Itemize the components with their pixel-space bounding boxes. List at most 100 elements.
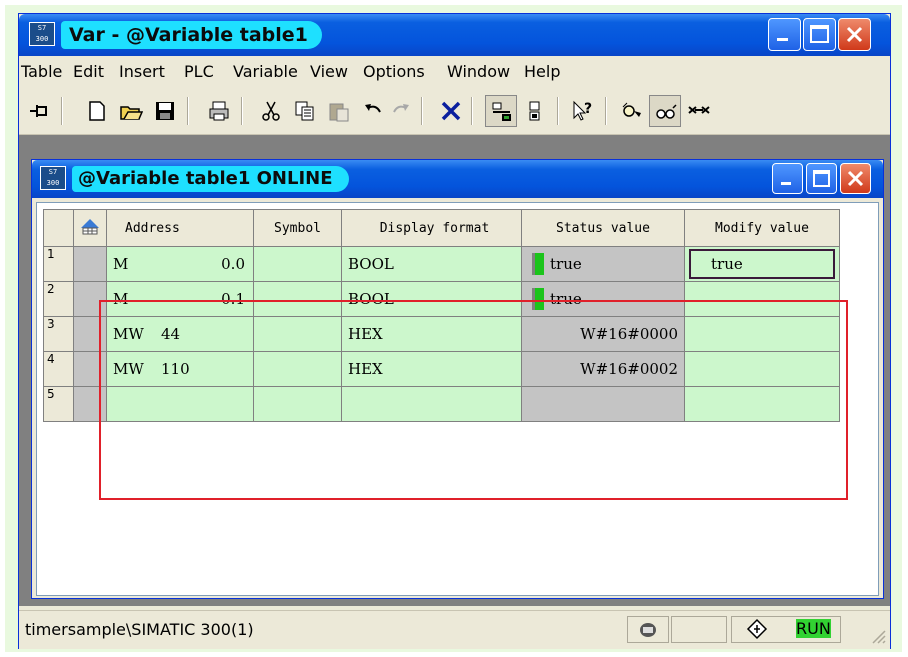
symbol-cell[interactable] (253, 316, 342, 352)
new-button[interactable] (81, 95, 113, 127)
menu-options[interactable]: Options (363, 62, 425, 81)
child-maximize-button[interactable] (806, 163, 837, 194)
paste-button[interactable] (323, 95, 355, 127)
format-cell[interactable]: BOOL (341, 281, 522, 317)
glasses-monitor-button[interactable] (617, 95, 649, 127)
glasses-modify-button[interactable] (649, 95, 681, 127)
table-row[interactable]: 3 MW 44 HEX W#16#0000 (43, 316, 840, 352)
row-number[interactable]: 2 (43, 281, 74, 317)
modify-cell[interactable] (684, 386, 840, 422)
symbol-cell[interactable] (253, 386, 342, 422)
glasses-monitor-icon (622, 102, 641, 117)
symbol-cell[interactable] (253, 246, 342, 282)
format-cell[interactable]: BOOL (341, 246, 522, 282)
close-button[interactable] (838, 18, 871, 51)
child-close-button[interactable] (840, 163, 871, 194)
col-symbol[interactable]: Symbol (253, 209, 342, 247)
address-cell[interactable]: M 0.1 (106, 281, 254, 317)
address-cell[interactable] (106, 386, 254, 422)
format-cell[interactable]: HEX (341, 351, 522, 387)
modify-variable-button[interactable] (519, 95, 551, 127)
force-button[interactable] (683, 95, 715, 127)
force-icon (688, 106, 710, 114)
menu-table[interactable]: Table (21, 62, 62, 81)
menu-plc[interactable]: PLC (184, 62, 214, 81)
cut-button[interactable] (255, 95, 287, 127)
menu-edit[interactable]: Edit (73, 62, 104, 81)
status-indicator (532, 253, 544, 275)
menu-view[interactable]: View (310, 62, 348, 81)
row-number[interactable]: 3 (43, 316, 74, 352)
help-pointer-button[interactable]: ? (567, 95, 599, 127)
menu-variable[interactable]: Variable (233, 62, 298, 81)
modify-cell[interactable]: true (684, 246, 840, 282)
status-value: W#16#0002 (521, 351, 685, 387)
status-value: W#16#0000 (521, 316, 685, 352)
address-cell[interactable]: MW 44 (106, 316, 254, 352)
resize-grip-icon[interactable] (869, 627, 887, 645)
row-marker[interactable] (73, 316, 107, 352)
status-value: true (550, 255, 582, 273)
table-row[interactable]: 4 MW 110 HEX W#16#0002 (43, 351, 840, 387)
close-icon (846, 26, 863, 43)
app-icon[interactable]: S7 300 (29, 22, 55, 46)
table-row[interactable]: 1 M 0.0 BOOL true true (43, 246, 840, 282)
table-row[interactable]: 2 M 0.1 BOOL true (43, 281, 840, 317)
menu-window[interactable]: Window (447, 62, 510, 81)
redo-button[interactable] (385, 95, 417, 127)
child-title-bar[interactable]: S7 300 @Variable table1 ONLINE (32, 160, 883, 198)
table-row[interactable]: 5 (43, 386, 840, 422)
modify-cell[interactable] (684, 281, 840, 317)
undo-icon (365, 104, 381, 113)
col-modify-value[interactable]: Modify value (684, 209, 840, 247)
save-button[interactable] (149, 95, 181, 127)
variable-table-window: S7 300 @Variable table1 ONLINE Address S… (31, 159, 884, 599)
corner-cell (43, 209, 74, 247)
main-window: S7 300 Var - @Variable table1 Table Edit … (18, 13, 891, 649)
modify-cell[interactable] (684, 351, 840, 387)
symbol-cell[interactable] (253, 281, 342, 317)
variable-grid: Address Symbol Display format Status val… (36, 202, 879, 596)
help-pointer-icon: ? (573, 100, 592, 121)
address-value: 0.1 (221, 290, 245, 308)
maximize-button[interactable] (803, 18, 836, 51)
status-indicator (532, 288, 544, 310)
col-status-value[interactable]: Status value (521, 209, 685, 247)
address-cell[interactable]: M 0.0 (106, 246, 254, 282)
child-minimize-button[interactable] (772, 163, 803, 194)
row-marker[interactable] (73, 386, 107, 422)
modify-value-editor[interactable]: true (689, 249, 835, 279)
modify-cell[interactable] (684, 316, 840, 352)
row-marker[interactable] (73, 281, 107, 317)
menu-help[interactable]: Help (524, 62, 560, 81)
address-type: MW (113, 325, 144, 343)
svg-text:?: ? (584, 101, 592, 117)
minimize-button[interactable] (768, 18, 801, 51)
pin-button[interactable] (23, 95, 55, 127)
row-number[interactable]: 4 (43, 351, 74, 387)
run-mode-label: RUN (796, 619, 831, 638)
format-cell[interactable]: HEX (341, 316, 522, 352)
select-all-header[interactable] (73, 209, 107, 247)
row-number[interactable]: 5 (43, 386, 74, 422)
copy-button[interactable] (289, 95, 321, 127)
monitor-variable-button[interactable] (485, 95, 517, 127)
redo-icon (393, 104, 409, 113)
table-select-icon (81, 219, 99, 235)
open-button[interactable] (115, 95, 147, 127)
address-value: 44 (161, 325, 181, 343)
title-bar[interactable]: S7 300 Var - @Variable table1 (19, 14, 890, 56)
print-button[interactable] (203, 95, 235, 127)
address-cell[interactable]: MW 110 (106, 351, 254, 387)
symbol-cell[interactable] (253, 351, 342, 387)
row-number[interactable]: 1 (43, 246, 74, 282)
format-cell[interactable] (341, 386, 522, 422)
menu-insert[interactable]: Insert (119, 62, 165, 81)
col-address[interactable]: Address (106, 209, 254, 247)
child-app-icon[interactable]: S7 300 (40, 166, 66, 190)
delete-button[interactable] (435, 95, 467, 127)
col-display-format[interactable]: Display format (341, 209, 522, 247)
row-marker[interactable] (73, 351, 107, 387)
maximize-icon (810, 25, 829, 43)
row-marker[interactable] (73, 246, 107, 282)
